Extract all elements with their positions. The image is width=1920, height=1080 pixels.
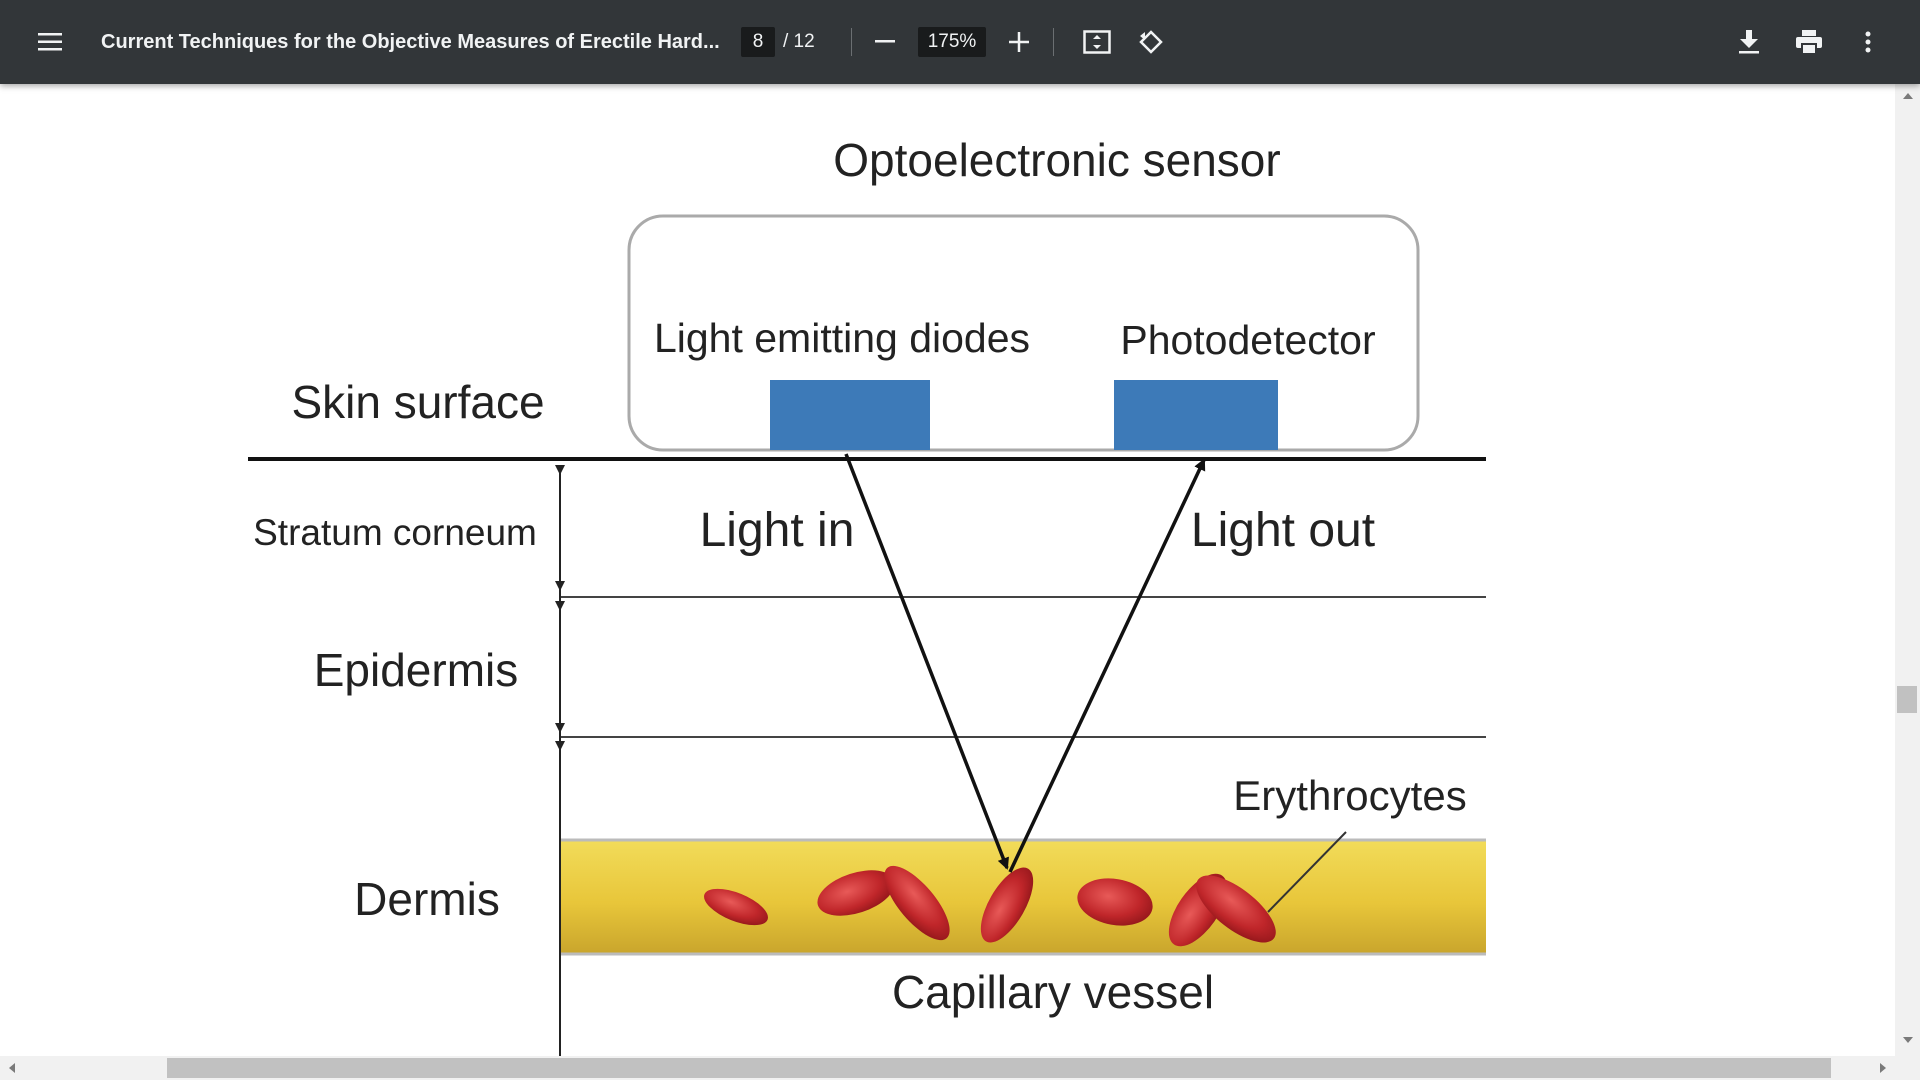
toolbar-divider [851,28,852,56]
page-number-input[interactable]: 8 [741,27,775,57]
skin-surface-label: Skin surface [291,376,544,428]
capillary-label: Capillary vessel [892,966,1214,1018]
light-in-arrow [844,453,1009,870]
epidermis-label: Epidermis [314,644,519,696]
vertical-scroll-thumb[interactable] [1897,686,1917,713]
photodetector-block [1114,380,1278,450]
scroll-up-icon[interactable] [1903,93,1913,99]
light-in-label: Light in [700,504,855,557]
fit-to-page-icon[interactable] [1082,28,1112,56]
print-icon[interactable] [1793,26,1825,58]
detector-label: Photodetector [1120,317,1375,363]
led-label: Light emitting diodes [654,315,1030,361]
rotate-icon[interactable] [1136,26,1166,58]
menu-icon[interactable] [34,26,66,58]
sensor-title: Optoelectronic sensor [833,134,1280,186]
scroll-right-icon[interactable] [1880,1063,1886,1073]
light-out-arrow [1008,458,1206,873]
vertical-scrollbar[interactable] [1895,84,1920,1056]
pdf-toolbar: Current Techniques for the Objective Mea… [0,0,1920,84]
dermis-label: Dermis [354,873,500,925]
ppg-diagram: Optoelectronic sensor Light emitting dio… [248,134,1486,1056]
zoom-input[interactable]: 175% [918,27,986,57]
more-vert-icon[interactable] [1853,26,1883,58]
minus-icon[interactable] [870,28,900,56]
toolbar-divider [1053,28,1054,56]
horizontal-scroll-thumb[interactable] [167,1058,1831,1078]
scroll-down-icon[interactable] [1903,1037,1913,1043]
pdf-viewer[interactable]: Optoelectronic sensor Light emitting dio… [0,84,1895,1056]
erythrocytes-label: Erythrocytes [1233,772,1466,819]
plus-icon[interactable] [1004,28,1034,56]
stratum-corneum-label: Stratum corneum [253,512,537,553]
document-title: Current Techniques for the Objective Mea… [101,31,720,53]
download-icon[interactable] [1734,26,1764,58]
light-out-label: Light out [1191,504,1375,557]
scroll-left-icon[interactable] [9,1063,15,1073]
page-total: / 12 [783,31,815,52]
led-block [770,380,930,450]
